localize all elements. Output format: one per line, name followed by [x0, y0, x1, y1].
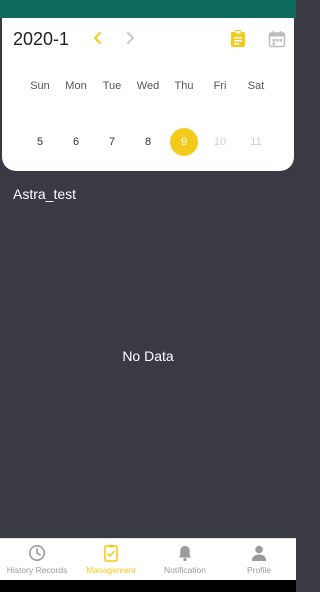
- calendar-day[interactable]: 6: [62, 128, 90, 156]
- nav-label: Management: [86, 565, 136, 575]
- weekday-row: Sun Mon Tue Wed Thu Fri Sat: [2, 80, 294, 96]
- calendar-day[interactable]: 7: [98, 128, 126, 156]
- month-label: 2020-1: [13, 29, 70, 49]
- weekday-label: Wed: [136, 80, 160, 92]
- calendar-day[interactable]: 8: [134, 128, 162, 156]
- nav-item-profile[interactable]: Profile: [222, 539, 296, 581]
- nav-label: Profile: [246, 565, 272, 575]
- nav-item-history-records[interactable]: History Records: [0, 539, 74, 581]
- nav-label: Notification: [163, 565, 207, 575]
- weekday-label: Fri: [213, 80, 227, 92]
- chevron-left-icon[interactable]: [91, 31, 105, 45]
- nav-item-notification[interactable]: Notification: [148, 539, 222, 581]
- calendar-card: 2020-1 Sun Mon Tue Wed Thu Fri Sat 5 6 7…: [2, 18, 294, 171]
- day-row: 5 6 7 8 9 10 11: [2, 128, 294, 156]
- bottom-nav: History Records Management Notification …: [0, 538, 296, 580]
- weekday-label: Mon: [65, 80, 87, 92]
- nav-item-management[interactable]: Management: [74, 539, 148, 581]
- user-title: Astra_test: [13, 186, 77, 202]
- calendar-day-disabled: 10: [213, 136, 227, 148]
- weekday-label: Sat: [247, 80, 265, 92]
- system-navigation-bar: [0, 580, 296, 592]
- calendar-icon[interactable]: [268, 30, 286, 48]
- chevron-right-icon[interactable]: [123, 31, 137, 45]
- empty-state-text: No Data: [122, 348, 174, 364]
- clipboard-icon: [104, 544, 118, 562]
- person-icon: [251, 545, 267, 561]
- clock-icon: [29, 545, 45, 561]
- nav-label: History Records: [6, 565, 68, 575]
- weekday-label: Thu: [174, 80, 194, 92]
- status-bar: [0, 0, 296, 18]
- weekday-label: Tue: [102, 80, 122, 92]
- weekday-label: Sun: [30, 80, 50, 92]
- calendar-day-selected[interactable]: 9: [170, 128, 198, 156]
- clipboard-icon[interactable]: [230, 30, 246, 48]
- calendar-day[interactable]: 5: [26, 128, 54, 156]
- calendar-day-disabled: 11: [250, 136, 262, 148]
- bell-icon: [178, 546, 192, 562]
